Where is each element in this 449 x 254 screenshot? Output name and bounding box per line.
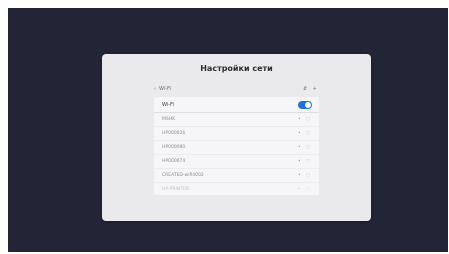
network-name: HP000026: [162, 131, 186, 136]
network-name: HP000074: [162, 159, 186, 164]
network-name: HP-PRINTER: [162, 187, 189, 192]
chevron-left-icon: ‹: [154, 86, 156, 92]
network-name: HP000080: [162, 145, 186, 150]
wifi-subheader: ‹ Wi-Fi ⇵ +: [154, 85, 319, 95]
network-item[interactable]: HP000074 • ◌: [154, 155, 319, 169]
wifi-toggle[interactable]: [298, 101, 312, 109]
lock-wifi-icon: • ◌: [297, 131, 312, 136]
wifi-label: Wi-Fi: [162, 102, 174, 108]
network-item[interactable]: HP-PRINTER • ◌: [154, 183, 319, 195]
lock-wifi-icon: • ◌: [297, 173, 312, 178]
network-name: MSHK: [162, 117, 176, 122]
toggle-knob: [305, 102, 311, 108]
back-label: Wi-Fi: [159, 86, 171, 92]
network-list: Wi-Fi MSHK • ◌ HP000026 • ◌ HP000080 • ◌…: [154, 97, 319, 195]
back-button[interactable]: ‹ Wi-Fi: [154, 86, 171, 92]
tv-screen: Настройки сети ‹ Wi-Fi ⇵ + Wi-Fi MSHK • ◌…: [8, 8, 448, 252]
network-settings-dialog: Настройки сети ‹ Wi-Fi ⇵ + Wi-Fi MSHK • ◌…: [102, 54, 371, 221]
network-name: CREATED-wifi4002: [162, 173, 204, 178]
lock-wifi-icon: • ◌: [297, 117, 312, 122]
wifi-toggle-row[interactable]: Wi-Fi: [154, 97, 319, 113]
network-item[interactable]: HP000080 • ◌: [154, 141, 319, 155]
dialog-title: Настройки сети: [200, 64, 273, 73]
header-actions[interactable]: ⇵ +: [303, 86, 319, 92]
lock-wifi-icon: • ◌: [297, 145, 312, 150]
lock-wifi-icon: • ◌: [297, 159, 312, 164]
lock-wifi-icon: • ◌: [297, 187, 312, 192]
network-item[interactable]: MSHK • ◌: [154, 113, 319, 127]
network-item[interactable]: HP000026 • ◌: [154, 127, 319, 141]
network-item[interactable]: CREATED-wifi4002 • ◌: [154, 169, 319, 183]
